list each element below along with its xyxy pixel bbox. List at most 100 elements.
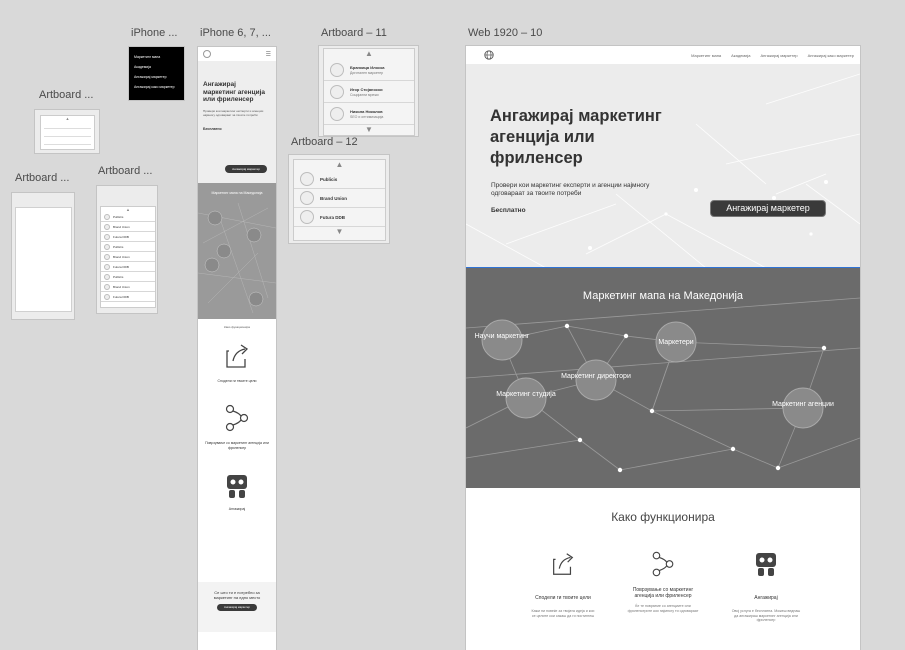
- avatar-icon: [104, 293, 110, 300]
- list-item[interactable]: Brand Union: [101, 252, 155, 262]
- agency-row[interactable]: Brand Union: [294, 189, 385, 208]
- list-item: [44, 130, 91, 137]
- web-hero-title: Ангажирај маркетинг агенција или фрилeнс…: [490, 107, 662, 167]
- mobile-bottom: Се што ти е потребно за маркетинг на едн…: [198, 582, 276, 632]
- mobile-step-3: Ангажирај: [228, 507, 246, 511]
- agency-name: Futura DDB: [320, 214, 345, 220]
- artboard-label-ab12[interactable]: Artboard – 12: [291, 136, 358, 148]
- black-menu-item[interactable]: Ангажирај маркетер: [134, 75, 180, 79]
- artboard-a[interactable]: ▲: [35, 110, 99, 153]
- node-label: Маркетинг директори: [561, 373, 631, 380]
- hamburger-icon[interactable]: ☰: [266, 51, 271, 58]
- artboard-web[interactable]: Маркетинг мапа Академија Ангажирај маркете…: [466, 46, 860, 650]
- up-arrow-icon: ▲: [65, 116, 70, 121]
- list-item-label: Publicis: [113, 244, 124, 249]
- list-item[interactable]: Publicis: [101, 212, 155, 222]
- artboard-label-b[interactable]: Artboard ...: [98, 165, 152, 177]
- list-item-label: Brand Union: [113, 284, 130, 289]
- globe-logo-icon[interactable]: [484, 50, 494, 60]
- web-step-2: Поврзување со маркетинг агенција или фри…: [626, 550, 700, 613]
- artboard-label-iphone-short[interactable]: iPhone ...: [131, 27, 177, 39]
- list-item-label: Publicis: [113, 214, 124, 219]
- artboard-c[interactable]: [12, 193, 74, 319]
- up-arrow-icon[interactable]: ▲: [324, 49, 414, 59]
- web-hero-cta-button[interactable]: Ангажирај маркетер: [710, 200, 826, 217]
- mobile-free-label: Бесплатно: [203, 126, 222, 131]
- node-label: Научи маркетинг: [475, 333, 530, 340]
- mobile-cta-button[interactable]: Ангажирај маркетер: [225, 165, 267, 173]
- black-menu-item[interactable]: Ангажирај како маркетер: [134, 85, 180, 89]
- person-name: Никола Николов: [350, 108, 383, 114]
- logo-icon: [203, 50, 211, 58]
- nav-link[interactable]: Маркетинг мапа: [691, 53, 721, 58]
- list-item[interactable]: Futura DDB: [101, 262, 155, 272]
- black-menu-item[interactable]: Маркетинг мапа: [134, 55, 180, 59]
- agency-row[interactable]: Futura DDB: [294, 208, 385, 227]
- down-arrow-icon[interactable]: ▼: [294, 227, 385, 237]
- web-map-section[interactable]: Маркетинг мапа на Македонија Научи марке…: [466, 268, 860, 488]
- artboard-label-ab11[interactable]: Artboard – 11: [321, 27, 387, 39]
- avatar-icon: [300, 172, 314, 186]
- mobile-how-title: Како функционира: [224, 325, 250, 329]
- map-node-studies: [505, 377, 547, 419]
- mobile-bottom-cta[interactable]: Ангажирај маркетер: [217, 604, 257, 611]
- avatar-icon: [104, 233, 110, 240]
- up-arrow-icon[interactable]: ▲: [294, 160, 385, 170]
- nav-link[interactable]: Академија: [731, 53, 750, 58]
- list-item[interactable]: Publicis: [101, 242, 155, 252]
- avatar-icon: [300, 210, 314, 224]
- person-row[interactable]: Бранкица Илоска Дигитален маркетер: [324, 59, 414, 81]
- web-step-3: Ангажирај Овој услуга е бесплатна. Можеш…: [730, 550, 802, 623]
- artboard-11[interactable]: ▲ Бранкица Илоска Дигитален маркетер Игор …: [319, 46, 418, 136]
- avatar-icon: [104, 273, 110, 280]
- mobile-step-1: Сподели ги твоите цели: [217, 379, 257, 383]
- hire-icon: [756, 553, 776, 576]
- list-item: [44, 122, 91, 129]
- list-item[interactable]: Futura DDB: [101, 292, 155, 302]
- nav-link[interactable]: Ангажирај како маркетер: [808, 53, 854, 58]
- artboard-label-iphone[interactable]: iPhone 6, 7, ...: [200, 27, 271, 39]
- map-node-agencies: [782, 387, 824, 429]
- person-row[interactable]: Игор Стојаноски Социјални мрежи: [324, 81, 414, 103]
- artboard-label-a[interactable]: Artboard ...: [39, 89, 93, 101]
- web-hero: Ангажирај маркетинг агенција или фрилeнс…: [466, 64, 860, 268]
- ab12-list: Publicis Brand Union Futura DDB: [294, 170, 385, 227]
- connect-icon: [225, 404, 249, 432]
- agency-row[interactable]: Publicis: [294, 170, 385, 189]
- artboard-iphone[interactable]: ☰ Ангажирај маркетинг агенција или фрилe…: [198, 47, 276, 650]
- node-label: Маркетинг студија: [496, 391, 556, 398]
- black-menu-list: Маркетинг мапа Академија Ангажирај маркете…: [129, 47, 184, 89]
- map-node-directors: [575, 359, 617, 401]
- map-node-learn: [481, 319, 523, 361]
- list-item-label: Futura DDB: [113, 294, 129, 299]
- black-menu-item[interactable]: Академија: [134, 65, 180, 69]
- mobile-hero: Ангажирај маркетинг агенција или фрилeнс…: [198, 61, 276, 183]
- list-item[interactable]: Futura DDB: [101, 232, 155, 242]
- down-arrow-icon[interactable]: ▼: [324, 125, 414, 135]
- list-item[interactable]: Brand Union: [101, 222, 155, 232]
- avatar-icon: [300, 191, 314, 205]
- node-label: Маркетери: [658, 339, 693, 346]
- web-hero-subtitle: Провери кои маркетинг експерти и агенции…: [491, 182, 650, 197]
- web-step-1-title: Сподели ги твоите цели: [535, 595, 591, 601]
- list-item-label: Futura DDB: [113, 234, 129, 239]
- artboard-black-menu[interactable]: Маркетинг мапа Академија Ангажирај маркете…: [129, 47, 184, 100]
- artboard-b[interactable]: ▲ Publicis Brand Union Futura DDB Publicis B…: [97, 186, 157, 313]
- agency-name: Brand Union: [320, 195, 347, 201]
- avatar-icon: [330, 84, 344, 99]
- avatar-icon: [104, 263, 110, 270]
- mobile-map-network: [198, 202, 276, 314]
- avatar-icon: [104, 223, 110, 230]
- list-item[interactable]: Publicis: [101, 272, 155, 282]
- node-label: Маркетинг агенции: [772, 401, 834, 408]
- artboard-label-c[interactable]: Artboard ...: [15, 172, 69, 184]
- nav-link[interactable]: Ангажирај маркетер: [760, 53, 797, 58]
- person-row[interactable]: Никола Николов SEO и оптимизација: [324, 103, 414, 125]
- list-item[interactable]: Brand Union: [101, 282, 155, 292]
- web-how-section: Како функционира Сподели ги твоите цели …: [466, 488, 860, 650]
- person-role: Дигитален маркетер: [350, 70, 384, 75]
- mobile-hero-subtitle: Провери кои маркетинг експерти и агенции…: [203, 108, 264, 117]
- artboard-label-web[interactable]: Web 1920 – 10: [468, 27, 542, 39]
- list-item-label: Brand Union: [113, 254, 130, 259]
- artboard-12[interactable]: ▲ Publicis Brand Union Futura DDB ▼: [289, 155, 389, 243]
